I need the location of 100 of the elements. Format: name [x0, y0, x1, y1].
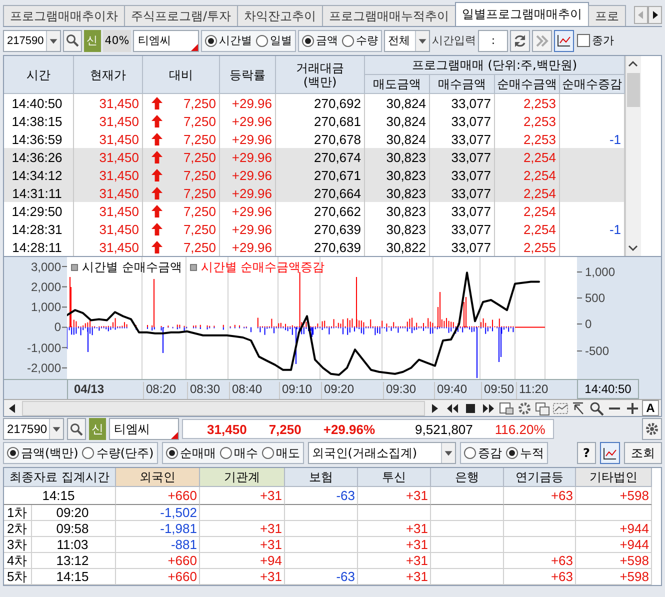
tab[interactable]: 주식프로그램/투자	[124, 5, 238, 26]
stock-name-field[interactable]: 티엠씨	[133, 30, 200, 52]
table-cell: 2,255	[495, 238, 560, 256]
radio-button[interactable]: 금액(백만)	[6, 444, 80, 462]
table-cell: +660	[116, 569, 200, 585]
overlap-icon[interactable]	[534, 400, 551, 416]
table-cell: +63	[504, 553, 576, 569]
trade-volume: 9,521,807	[415, 422, 473, 436]
radio-button[interactable]: 매도	[260, 444, 301, 462]
scrollbar-thumb[interactable]	[627, 73, 640, 107]
table-cell: +944	[576, 537, 652, 553]
table-cell: 14:38:15	[4, 112, 74, 130]
gear-icon[interactable]	[516, 400, 533, 416]
magnifier-icon[interactable]	[588, 400, 605, 416]
query-button[interactable]: 조회	[624, 442, 662, 464]
axis-label: 04/13	[73, 382, 104, 398]
chart-button[interactable]	[554, 30, 574, 52]
column-header: 대비	[143, 56, 220, 94]
table-cell: +29.96	[220, 238, 276, 256]
table-cell: 2,254	[495, 184, 560, 202]
table-cell: 14:31:11	[4, 184, 74, 202]
tab[interactable]: 프로그램매매추이차	[3, 5, 125, 26]
table-cell: 14:15	[4, 487, 116, 505]
table-cell: +94	[200, 553, 285, 569]
radio-button[interactable]: 수량	[341, 33, 380, 48]
table-cell: 7,250	[183, 222, 216, 236]
table-cell: +29.96	[220, 202, 276, 220]
help-button[interactable]: ?	[577, 442, 596, 464]
table-cell: 5차	[4, 569, 32, 585]
chart-icon[interactable]	[552, 400, 569, 416]
table-cell: 7,250	[183, 114, 216, 128]
table-cell: 14:15	[32, 569, 116, 585]
radio-button[interactable]: 시간별	[204, 33, 254, 48]
radio-button[interactable]: 금액	[301, 33, 340, 48]
checkbox[interactable]: 종가	[576, 33, 616, 48]
radio-button[interactable]: 매수	[218, 444, 259, 462]
tab[interactable]: 프로그램매매누적추이	[322, 5, 456, 26]
radio-button[interactable]: 수량(단주)	[81, 444, 155, 462]
current-price: 31,450	[207, 422, 247, 436]
table-cell: 31,450	[74, 94, 143, 112]
badge: 신	[84, 30, 101, 52]
table-cell: 31,450	[74, 202, 143, 220]
margin-rate: 40%	[102, 30, 132, 52]
search-button[interactable]	[67, 418, 86, 440]
table-cell: -63	[285, 569, 358, 585]
tab[interactable]: 프로	[588, 5, 626, 26]
table-cell: +29.96	[220, 220, 276, 238]
font-button[interactable]: A	[642, 400, 659, 416]
table-cell: 30,824	[365, 94, 430, 112]
axis-label: -2,000	[26, 360, 61, 375]
tab[interactable]: 일별프로그램매매추이	[455, 2, 590, 26]
table-cell: +598	[576, 553, 652, 569]
stock-code-dropdown[interactable]: 217590	[3, 30, 61, 52]
table-cell: +29.96	[220, 184, 276, 202]
table-cell: 270,639	[276, 238, 365, 256]
caret-icon	[415, 30, 430, 50]
stock-name-field[interactable]: 티엠씨	[109, 418, 180, 440]
table-cell: -63	[285, 487, 358, 505]
table-cell: 33,077	[430, 220, 495, 238]
scope-dropdown[interactable]: 전체	[384, 30, 430, 52]
plus-icon[interactable]	[624, 400, 641, 416]
table-cell: 30,822	[365, 238, 430, 256]
table-cell: 270,662	[276, 202, 365, 220]
table-cell: +660	[116, 487, 200, 505]
table-cell: +598	[576, 569, 652, 585]
table-cell: 7,250	[183, 168, 216, 182]
radio-button[interactable]: 일별	[255, 33, 294, 48]
table-cell: 270,681	[276, 112, 365, 130]
search-button[interactable]	[62, 30, 82, 52]
table-cell: 270,692	[276, 94, 365, 112]
table-cell: 7,250	[183, 132, 216, 146]
window-icon[interactable]	[498, 400, 515, 416]
table-cell: +31	[358, 487, 431, 505]
column-header: 기관계	[200, 468, 285, 487]
price-change: 7,250	[268, 422, 302, 436]
chart-button[interactable]	[600, 442, 620, 464]
refresh-button[interactable]	[510, 30, 530, 52]
table-cell: +31	[200, 521, 285, 537]
badge: 신	[89, 418, 106, 440]
axis-label: -1,000	[26, 340, 61, 355]
radio-button[interactable]: 증감	[462, 444, 503, 462]
time-input-field[interactable]: :	[478, 30, 508, 52]
investor-dropdown[interactable]: 외국인(거래소집계)	[308, 442, 456, 464]
horizontal-scrollbar[interactable]	[22, 400, 425, 416]
radio-button[interactable]: 순매매	[164, 444, 217, 462]
table-cell: 13:12	[32, 553, 116, 569]
radio-button[interactable]: 누적	[504, 444, 545, 462]
table-cell	[504, 505, 576, 521]
scroll-right-icon[interactable]	[648, 6, 662, 24]
table-cell: 09:20	[32, 505, 116, 521]
table-cell: +31	[358, 569, 431, 585]
search-icon	[70, 422, 84, 436]
axis-label: 0	[585, 317, 592, 331]
table-cell: +598	[576, 487, 652, 505]
tab[interactable]: 차익잔고추이	[237, 5, 324, 26]
table-cell: 14:40:50	[4, 94, 74, 112]
column-header: 최종자료 집계시간	[4, 468, 116, 487]
column-header: 외국인	[116, 468, 200, 487]
settings-button[interactable]	[642, 418, 662, 440]
stock-code-dropdown[interactable]: 217590	[3, 418, 64, 440]
